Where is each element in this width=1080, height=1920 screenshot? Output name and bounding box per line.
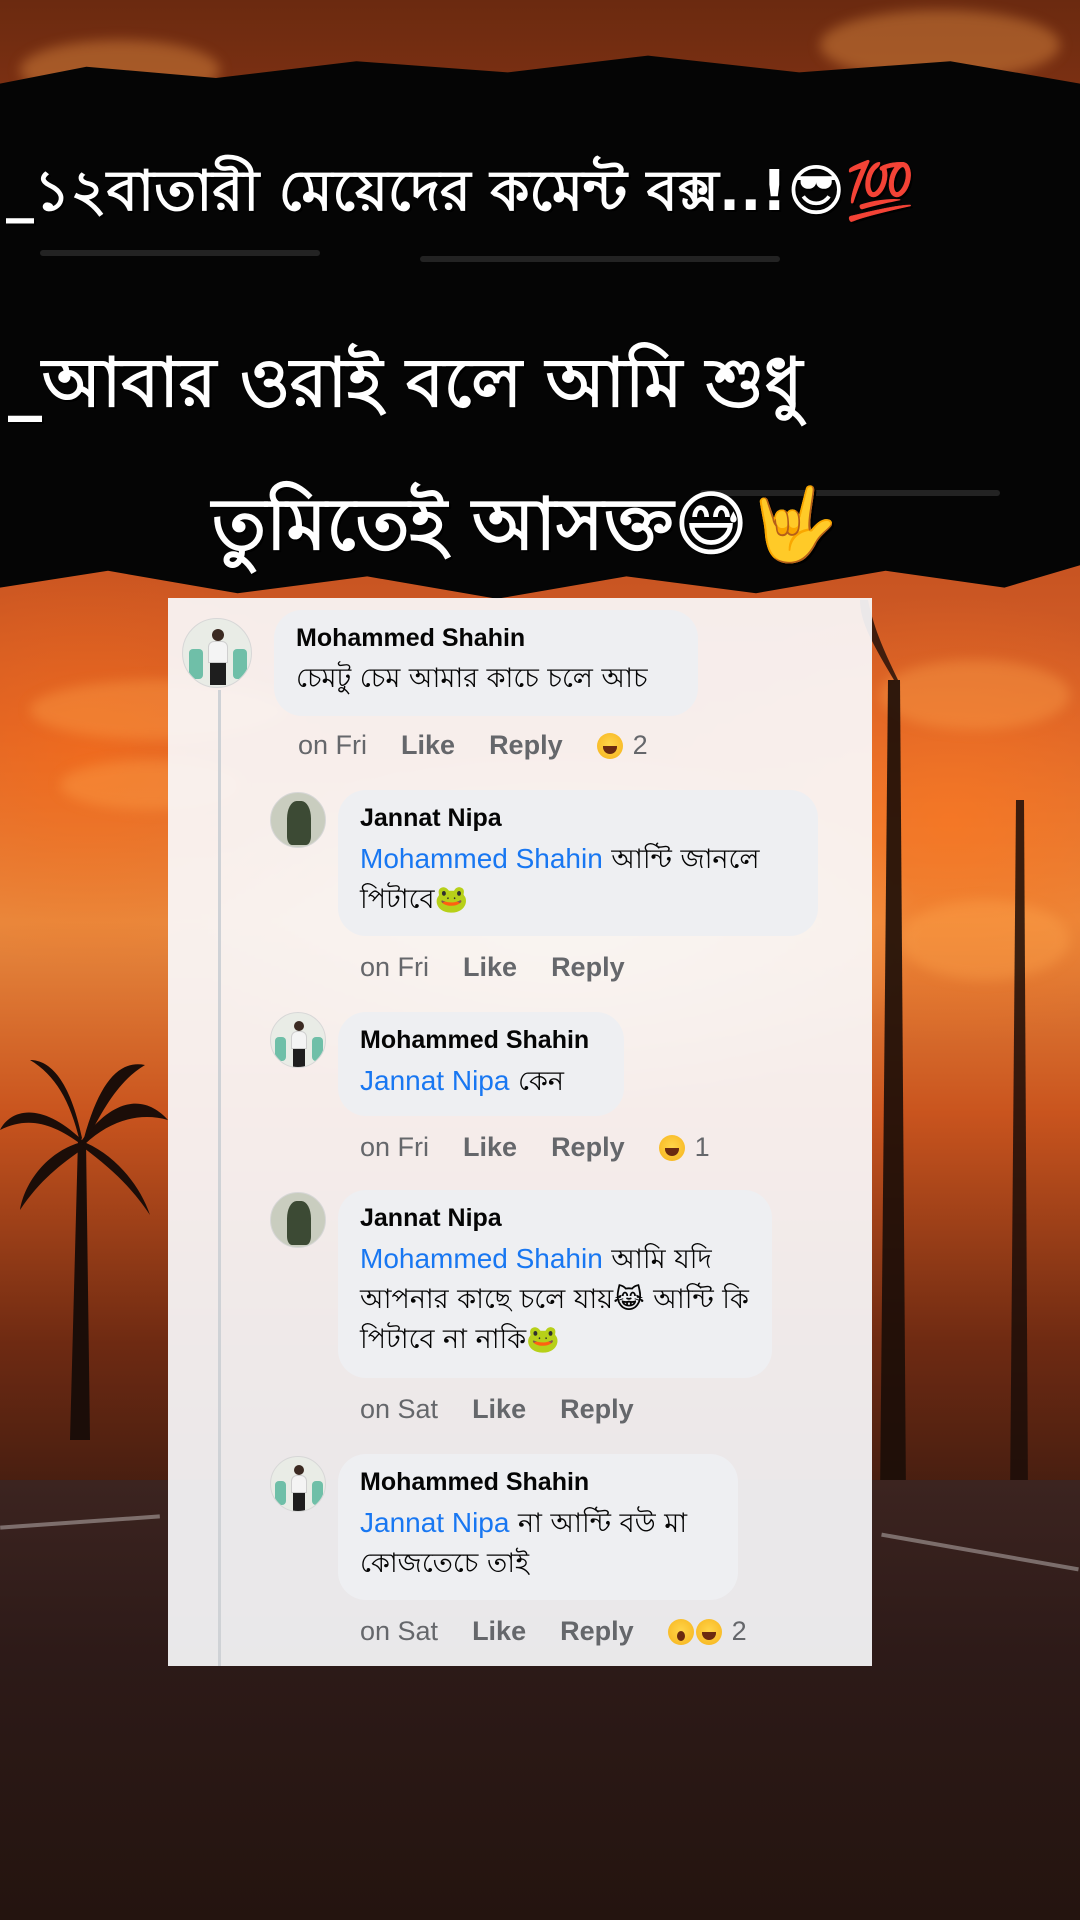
- avatar[interactable]: [270, 1012, 326, 1068]
- like-button[interactable]: Like: [463, 1132, 517, 1163]
- thread-line: [218, 690, 221, 1666]
- comment-actions: on Fri Like Reply 1: [360, 1132, 710, 1163]
- mention-link[interactable]: Jannat Nipa: [360, 1507, 509, 1538]
- comment-author[interactable]: Mohammed Shahin: [360, 1468, 716, 1497]
- brush-streak: [40, 250, 320, 256]
- reaction-count: 2: [731, 1616, 747, 1646]
- palm-tree-right: [860, 600, 1028, 1500]
- comment-author[interactable]: Mohammed Shahin: [296, 624, 676, 653]
- comment-actions: on Fri Like Reply 2: [298, 730, 648, 761]
- avatar[interactable]: [270, 792, 326, 848]
- brush-streak: [420, 256, 780, 262]
- haha-reaction-icon: [695, 1618, 722, 1645]
- reaction-count: 1: [694, 1132, 710, 1162]
- like-button[interactable]: Like: [401, 730, 455, 761]
- reply-button[interactable]: Reply: [560, 1616, 634, 1647]
- comment-author[interactable]: Jannat Nipa: [360, 1204, 750, 1233]
- reaction-count: 2: [632, 730, 648, 760]
- comment-bubble: Mohammed Shahin চেমটু চেম আমার কাচে চলে …: [274, 610, 698, 716]
- comment-actions: on Sat Like Reply 2: [360, 1616, 747, 1647]
- comment-author[interactable]: Mohammed Shahin: [360, 1026, 602, 1055]
- avatar[interactable]: [270, 1192, 326, 1248]
- comment-bubble: Mohammed Shahin Jannat Nipa না আন্টি বউ …: [338, 1454, 738, 1600]
- comment-actions: on Sat Like Reply: [360, 1394, 668, 1425]
- avatar[interactable]: [182, 618, 252, 688]
- mention-link[interactable]: Jannat Nipa: [360, 1065, 509, 1096]
- headline-line-2: _আবার ওরাই বলে আমি শুধু: [8, 344, 803, 423]
- comment-time[interactable]: on Sat: [360, 1394, 438, 1425]
- reply-button[interactable]: Reply: [551, 952, 625, 983]
- comment-bubble: Jannat Nipa Mohammed Shahin আমি যদি আপনা…: [338, 1190, 772, 1378]
- reply-button[interactable]: Reply: [560, 1394, 634, 1425]
- headline-line-1: _১২বাতারী মেয়েদের কমেন্ট বক্স..!😎💯: [6, 159, 916, 224]
- road-marking: [881, 1532, 1079, 1572]
- road-marking: [0, 1514, 160, 1530]
- comment-author[interactable]: Jannat Nipa: [360, 804, 796, 833]
- comment-time[interactable]: on Fri: [298, 730, 367, 761]
- wow-reaction-icon: [667, 1618, 694, 1645]
- comment-bubble: Jannat Nipa Mohammed Shahin আন্টি জানলে …: [338, 790, 818, 936]
- haha-reaction-icon: [658, 1134, 685, 1161]
- reply-button[interactable]: Reply: [489, 730, 563, 761]
- comment-time[interactable]: on Fri: [360, 952, 429, 983]
- headline-line-3: তুমিতেই আসক্ত😅🤟: [212, 482, 839, 566]
- reaction-summary[interactable]: 1: [658, 1132, 710, 1163]
- mention-link[interactable]: Mohammed Shahin: [360, 843, 603, 874]
- avatar[interactable]: [270, 1456, 326, 1512]
- reaction-summary[interactable]: 2: [667, 1616, 747, 1647]
- comment-text: চেমটু চেম আমার কাচে চলে আচ: [296, 663, 648, 694]
- haha-reaction-icon: [596, 732, 623, 759]
- comment-time[interactable]: on Sat: [360, 1616, 438, 1647]
- like-button[interactable]: Like: [472, 1394, 526, 1425]
- like-button[interactable]: Like: [472, 1616, 526, 1647]
- comment-text: কেন: [518, 1066, 564, 1097]
- like-button[interactable]: Like: [463, 952, 517, 983]
- reaction-summary[interactable]: 2: [596, 730, 648, 761]
- comment-actions: on Fri Like Reply: [360, 952, 659, 983]
- mention-link[interactable]: Mohammed Shahin: [360, 1243, 603, 1274]
- comment-bubble: Mohammed Shahin Jannat Nipa কেন: [338, 1012, 624, 1116]
- palm-tree-left: [0, 1060, 168, 1440]
- comments-screenshot-card: Mohammed Shahin চেমটু চেম আমার কাচে চলে …: [168, 598, 872, 1666]
- reply-button[interactable]: Reply: [551, 1132, 625, 1163]
- comment-time[interactable]: on Fri: [360, 1132, 429, 1163]
